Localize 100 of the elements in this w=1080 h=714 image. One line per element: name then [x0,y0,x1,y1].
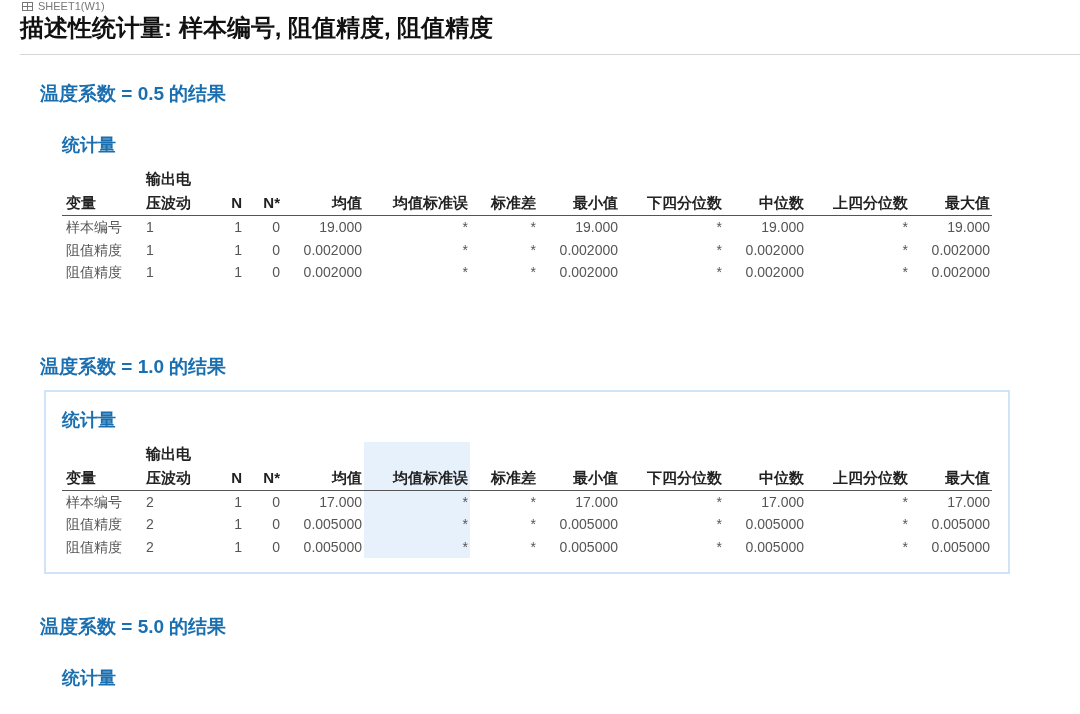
column-header[interactable]: 最大值 [910,167,992,216]
table-cell-text: 0.005000 [744,537,805,557]
table-cell-text: 0.002000 [558,240,619,260]
table-cell-text: 阻值精度 [65,537,123,557]
table-title: 统计量 [62,134,117,157]
table-cell-text: 0 [271,240,281,260]
table-cell-text: * [901,240,909,260]
table-cell: 2 [142,490,222,513]
table-cell-text: 0.005000 [930,537,991,557]
table-title: 统计量 [62,667,117,690]
column-header[interactable]: 均值标准误 [364,167,470,216]
table-cell-text: * [901,263,909,282]
column-header[interactable]: 均值标准误 [364,441,470,490]
sheet-label: SHEET1(W1) [38,0,105,12]
table-cell: 1 [222,490,244,513]
table-cell-text: * [529,263,537,282]
column-header[interactable]: N [222,167,244,216]
table-cell-text: * [461,263,469,282]
table-cell-text: * [715,515,723,534]
table-cell-text: 阻值精度 [65,263,123,282]
table-cell-text: 2 [145,537,155,557]
table-cell-text: 0.002000 [302,240,363,260]
table-cell: 0 [244,490,282,513]
table-cell: * [364,490,470,513]
table-cell: 17.000 [538,490,620,513]
section-title: 温度系数 = 5.0 的结果 [40,615,228,639]
table-cell-text: 0.005000 [558,537,619,557]
column-header[interactable]: N* [244,167,282,216]
table-cell-text: 阻值精度 [65,515,123,534]
table-cell-text: 0 [271,263,281,282]
section-title: 温度系数 = 1.0 的结果 [40,354,228,379]
column-header[interactable]: N [222,441,244,490]
column-header[interactable]: 变量 [62,441,142,490]
table-cell: 19.000 [282,215,364,239]
table-cell-text: 1 [145,240,155,260]
table-cell: 0 [244,215,282,239]
table-cell-text: 1 [233,537,243,557]
column-header[interactable]: 下四分位数 [620,441,724,490]
column-header[interactable]: 标准差 [470,167,538,216]
table-cell: * [364,513,470,536]
table-cell: * [806,215,910,239]
table-cell-text: 1 [233,240,243,260]
table-cell-text: 0.002000 [302,263,363,282]
column-header[interactable]: 变量 [62,167,142,216]
table-cell-text: * [715,263,723,282]
column-header[interactable]: 均值 [282,167,364,216]
table-cell: 样本编号 [62,215,142,239]
table-cell-text: * [715,240,723,260]
table-cell: * [364,535,470,558]
table-cell-text: 0.002000 [744,240,805,260]
column-header[interactable]: 中位数 [724,167,806,216]
table-cell-text: * [461,240,469,260]
table-icon [22,1,33,11]
column-header[interactable]: 下四分位数 [620,167,724,216]
column-header[interactable]: 上四分位数 [806,441,910,490]
table-cell: 19.000 [910,215,992,239]
column-header[interactable]: 输出电压波动 [142,441,222,490]
column-header[interactable]: 标准差 [470,441,538,490]
table-cell: 17.000 [282,490,364,513]
result-card[interactable] [44,389,1010,574]
table-cell: 0.005000 [282,513,364,536]
column-header[interactable]: 最大值 [910,441,992,490]
table-cell-text: 0.005000 [744,515,805,534]
table-cell: * [806,490,910,513]
table-cell-text: * [529,240,537,260]
table-cell: * [364,215,470,239]
table-cell: * [470,490,538,513]
table-cell-text: 0.002000 [930,263,991,282]
table-cell: 19.000 [724,215,806,239]
column-header[interactable]: 最小值 [538,441,620,490]
table-cell-text: 0.002000 [558,263,619,282]
table-cell: * [620,215,724,239]
column-header[interactable]: N* [244,441,282,490]
page-title: 描述性统计量: 样本编号, 阻值精度, 阻值精度 [20,13,495,43]
table-cell-text: 1 [145,263,155,282]
column-header[interactable]: 输出电压波动 [142,167,222,216]
table-cell-text: 1 [233,263,243,282]
table-title: 统计量 [62,408,117,432]
column-header[interactable]: 上四分位数 [806,167,910,216]
column-header[interactable]: 最小值 [538,167,620,216]
table-cell: * [470,513,538,536]
table-cell: 17.000 [724,490,806,513]
table-cell: 17.000 [910,490,992,513]
table-cell-text: 0.002000 [744,263,805,282]
table-cell-text: 0 [271,537,281,557]
section-title: 温度系数 = 0.5 的结果 [40,82,228,106]
table-cell-text: 1 [233,515,243,534]
table-cell-text: 0.005000 [930,515,991,534]
table-cell-text: 0 [271,515,281,534]
table-cell: 0.005000 [282,535,364,558]
table-cell: * [470,215,538,239]
table-cell: * [620,490,724,513]
table-cell: 1 [142,215,222,239]
table-cell: 1 [222,215,244,239]
column-header[interactable]: 中位数 [724,441,806,490]
table-cell-text: * [715,537,723,557]
table-cell-text: * [901,515,909,534]
table-cell-text: 0.002000 [930,240,991,260]
table-cell-text: * [901,537,909,557]
table-cell: 样本编号 [62,490,142,513]
